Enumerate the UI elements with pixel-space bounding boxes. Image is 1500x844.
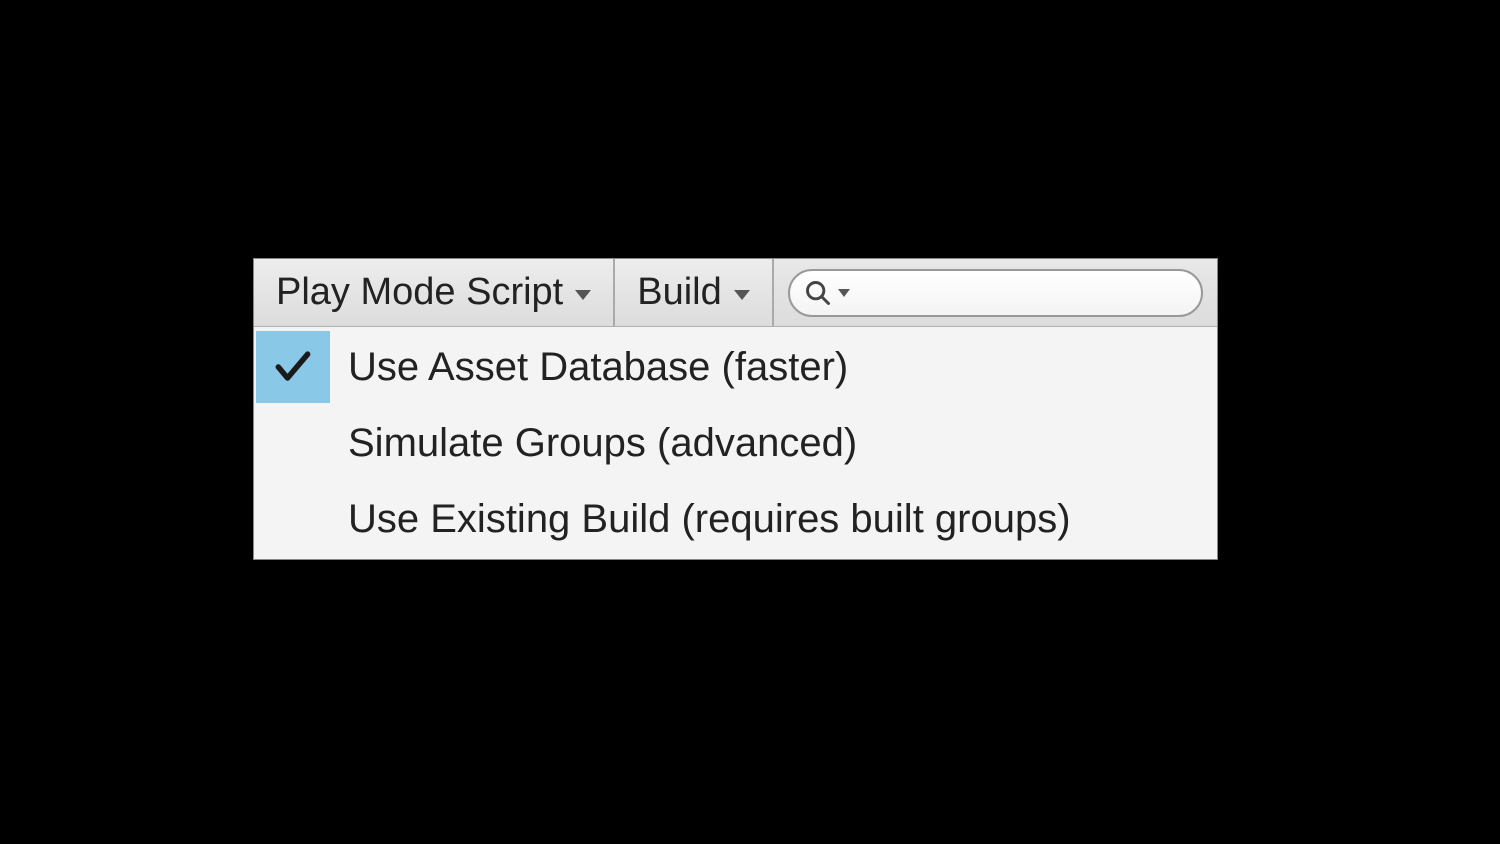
- check-indicator: [256, 331, 330, 403]
- build-label: Build: [637, 271, 722, 314]
- search-icon: [804, 279, 832, 307]
- menu-item-label: Use Existing Build (requires built group…: [334, 497, 1071, 542]
- menu-item-label: Simulate Groups (advanced): [334, 421, 857, 466]
- menu-item-use-existing-build[interactable]: Use Existing Build (requires built group…: [254, 481, 1217, 557]
- checkmark-icon: [271, 345, 315, 389]
- check-indicator: [256, 483, 330, 555]
- menu-item-label: Use Asset Database (faster): [334, 345, 848, 390]
- search-input[interactable]: [788, 269, 1203, 317]
- build-dropdown[interactable]: Build: [615, 259, 774, 326]
- play-mode-script-dropdown[interactable]: Play Mode Script: [254, 259, 615, 326]
- menu-item-simulate-groups[interactable]: Simulate Groups (advanced): [254, 405, 1217, 481]
- menu-item-use-asset-database[interactable]: Use Asset Database (faster): [254, 329, 1217, 405]
- chevron-down-icon: [838, 289, 850, 297]
- search-container: [774, 259, 1217, 326]
- check-indicator: [256, 407, 330, 479]
- chevron-down-icon: [575, 290, 591, 300]
- toolbar: Play Mode Script Build: [254, 259, 1217, 327]
- chevron-down-icon: [734, 290, 750, 300]
- play-mode-script-label: Play Mode Script: [276, 271, 563, 314]
- play-mode-dropdown-menu: Use Asset Database (faster) Simulate Gro…: [254, 327, 1217, 559]
- editor-panel: Play Mode Script Build: [253, 258, 1218, 560]
